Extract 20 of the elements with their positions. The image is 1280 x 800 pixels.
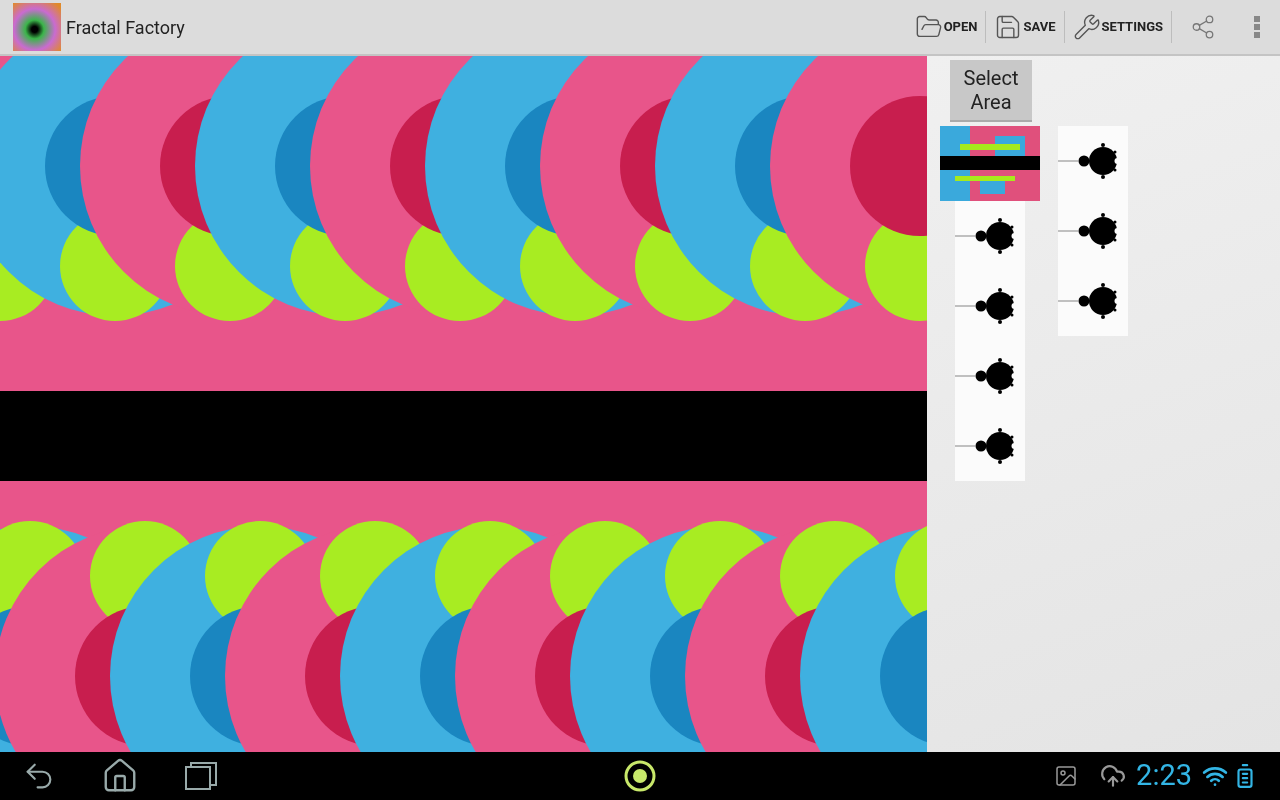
camera-ring-icon[interactable]	[623, 759, 657, 793]
app-title: Fractal Factory	[66, 15, 185, 40]
mandelbrot-thumbnail[interactable]	[1058, 266, 1128, 336]
fractal-thumbnail[interactable]	[940, 126, 1040, 201]
select-area-button[interactable]: Select Area	[950, 60, 1032, 122]
clock-time: 2:23	[1136, 757, 1192, 795]
mandelbrot-thumbnail[interactable]	[955, 411, 1025, 481]
app-icon[interactable]	[13, 3, 61, 51]
action-button[interactable]: OPEN	[906, 0, 986, 54]
share-icon	[1190, 14, 1216, 40]
wrench-icon	[1072, 13, 1101, 41]
mandelbrot-thumbnail[interactable]	[1058, 126, 1128, 196]
fractal-drawing[interactable]	[0, 56, 927, 752]
action-button[interactable]: SETTINGS	[1064, 0, 1171, 54]
recent-apps-icon[interactable]	[184, 761, 218, 791]
image-icon[interactable]	[1054, 764, 1079, 788]
action-button[interactable]: SAVE	[986, 0, 1064, 54]
more-icon	[1254, 16, 1260, 38]
cloud-upload-icon[interactable]	[1100, 763, 1127, 789]
mandelbrot-thumbnail[interactable]	[955, 201, 1025, 271]
